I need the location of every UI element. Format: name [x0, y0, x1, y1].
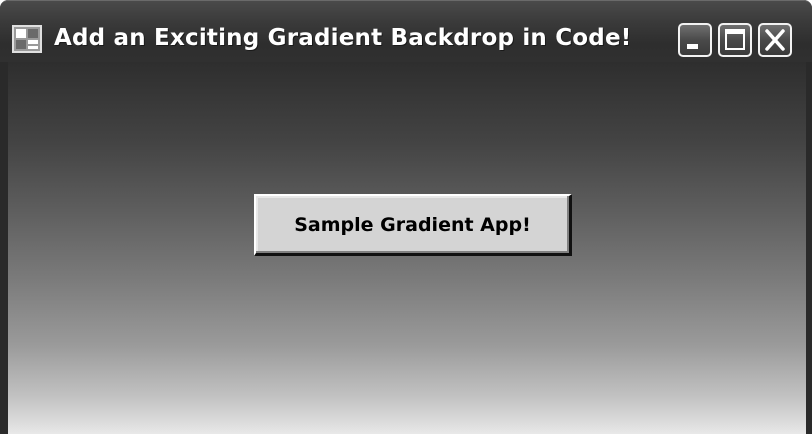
minimize-button[interactable]	[678, 23, 712, 57]
window-title: Add an Exciting Gradient Backdrop in Cod…	[54, 25, 632, 51]
window-frame-right	[806, 62, 812, 434]
close-icon	[765, 29, 785, 51]
minimize-icon	[687, 44, 698, 49]
close-button[interactable]	[758, 23, 792, 57]
window-frame-left	[0, 62, 8, 434]
maximize-button[interactable]	[718, 23, 752, 57]
title-bar[interactable]: Add an Exciting Gradient Backdrop in Cod…	[0, 0, 812, 62]
maximize-icon	[725, 29, 745, 50]
application-form-icon[interactable]	[12, 25, 42, 53]
app-window: Add an Exciting Gradient Backdrop in Cod…	[0, 0, 812, 434]
sample-gradient-app-button[interactable]: Sample Gradient App!	[254, 194, 572, 256]
